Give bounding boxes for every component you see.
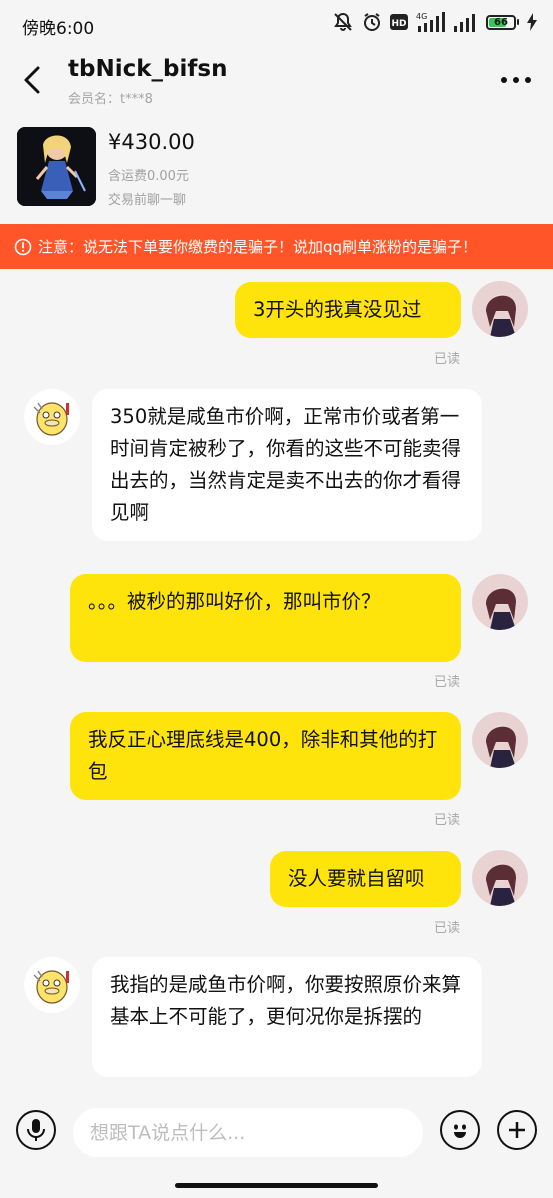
product-card[interactable]: ¥430.00 含运费0.00元 交易前聊一聊 — [0, 114, 553, 224]
mute-icon — [332, 12, 354, 32]
product-figure-image — [17, 127, 96, 206]
message-text: 没人要就自留呗 — [288, 867, 425, 890]
status-time: 傍晚6:00 — [22, 19, 95, 39]
partner-avatar[interactable] — [24, 389, 80, 445]
emoji-icon — [454, 1124, 466, 1138]
message-input[interactable] — [73, 1108, 423, 1157]
avatar-image — [472, 281, 528, 337]
avatar-image — [472, 850, 528, 906]
my-avatar[interactable] — [472, 574, 528, 630]
emoji-button[interactable] — [440, 1110, 480, 1150]
network-label: 4G — [416, 12, 427, 21]
battery-level: 66 — [494, 16, 508, 28]
avatar-image — [472, 712, 528, 768]
chat-before-trade: 交易前聊一聊 — [108, 193, 187, 208]
member-id: 会员名：t***8 — [68, 92, 153, 107]
message-bubble-received[interactable]: 我指的是咸鱼市价啊，你要按照原价来算基本上不可能了，更何况你是拆摆的 — [92, 957, 482, 1077]
hd-label: HD — [391, 19, 406, 29]
alarm-icon — [362, 12, 382, 32]
plus-icon — [509, 1122, 525, 1138]
chat-screen: 傍晚6:00 HD 4G 66 tbNick_bifsn 会员名：t***8 ¥… — [0, 0, 553, 1198]
shipping-fee: 含运费0.00元 — [108, 169, 189, 184]
hd-icon: HD — [390, 14, 408, 30]
psyduck-avatar-image — [24, 389, 80, 445]
read-receipt: 已读 — [434, 921, 461, 936]
chevron-left-icon — [24, 66, 40, 94]
read-receipt: 已读 — [434, 675, 461, 690]
add-button[interactable] — [497, 1110, 537, 1150]
my-avatar[interactable] — [472, 712, 528, 768]
signal-icon-2 — [454, 12, 478, 32]
message-text: 我反正心理底线是400，除非和其他的打包 — [88, 728, 438, 783]
more-dots-icon — [501, 77, 531, 83]
product-price: ¥430.00 — [108, 130, 195, 154]
message-bubble-received[interactable]: 350就是咸鱼市价啊，正常市价或者第一时间肯定被秒了，你看的这些不可能卖得出去的… — [92, 389, 482, 541]
my-avatar[interactable] — [472, 850, 528, 906]
input-bar — [0, 1098, 553, 1174]
psyduck-avatar-image — [24, 957, 80, 1013]
scam-warning-banner: 注意：说无法下单要你缴费的是骗子！说加qq刷单涨粉的是骗子！ — [0, 224, 553, 269]
microphone-icon — [27, 1119, 45, 1141]
product-thumbnail[interactable] — [17, 127, 96, 206]
charging-icon — [527, 13, 537, 31]
status-icons: HD 4G 66 — [332, 12, 537, 32]
message-text: 3开头的我真没见过 — [253, 298, 422, 321]
more-button[interactable] — [499, 70, 533, 90]
message-bubble-sent[interactable]: 我反正心理底线是400，除非和其他的打包 — [70, 712, 461, 800]
message-text: 我指的是咸鱼市价啊，你要按照原价来算基本上不可能了，更何况你是拆摆的 — [110, 973, 462, 1028]
chat-partner-name: tbNick_bifsn — [68, 56, 228, 82]
chat-header: tbNick_bifsn 会员名：t***8 — [0, 52, 553, 114]
home-indicator[interactable] — [175, 1183, 378, 1188]
voice-button[interactable] — [16, 1110, 56, 1150]
avatar-image — [472, 574, 528, 630]
my-avatar[interactable] — [472, 281, 528, 337]
read-receipt: 已读 — [434, 813, 461, 828]
warning-icon — [14, 238, 32, 255]
partner-avatar[interactable] — [24, 957, 80, 1013]
message-bubble-sent[interactable]: 没人要就自留呗 — [270, 851, 461, 907]
message-text: 。。。被秒的那叫好价，那叫市价？ — [88, 590, 381, 613]
message-bubble-sent[interactable]: 。。。被秒的那叫好价，那叫市价？ — [70, 574, 461, 662]
message-bubble-sent[interactable]: 3开头的我真没见过 — [235, 282, 461, 338]
battery-icon: 66 — [486, 14, 519, 30]
warning-text: 注意：说无法下单要你缴费的是骗子！说加qq刷单涨粉的是骗子！ — [38, 238, 478, 256]
read-receipt: 已读 — [434, 352, 461, 367]
status-bar: 傍晚6:00 HD 4G 66 — [0, 0, 553, 52]
signal-icon: 4G — [416, 12, 446, 32]
back-button[interactable] — [18, 62, 50, 98]
message-text: 350就是咸鱼市价啊，正常市价或者第一时间肯定被秒了，你看的这些不可能卖得出去的… — [110, 405, 462, 524]
